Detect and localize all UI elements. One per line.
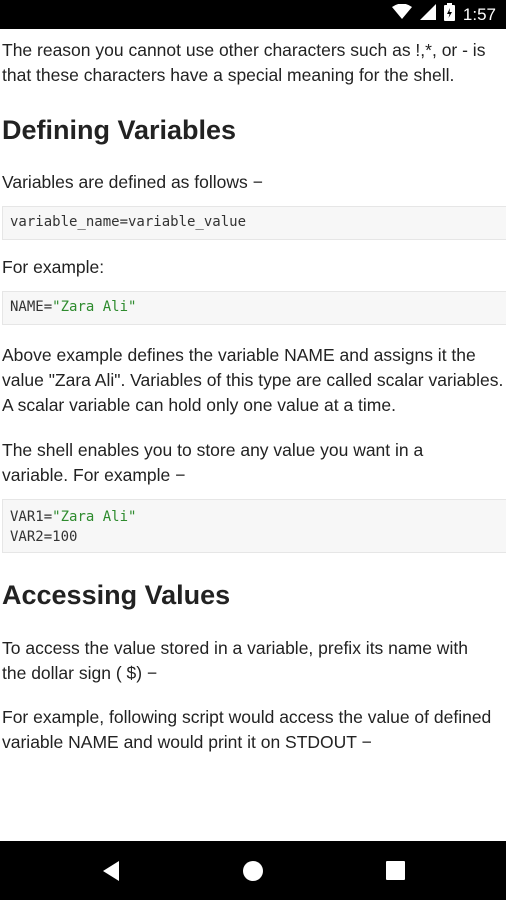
followup-paragraph: For example, following script would acce…	[2, 707, 492, 752]
code-variable: VAR1=	[10, 509, 53, 525]
shell-paragraph: The shell enables you to store any value…	[2, 440, 424, 485]
home-button[interactable]	[213, 841, 293, 900]
intro-paragraph: The reason you cannot use other characte…	[2, 40, 486, 85]
code-block-definition: variable_name=variable_value	[2, 206, 506, 240]
battery-icon	[443, 3, 455, 26]
status-time: 1:57	[462, 4, 496, 24]
code-block-name: NAME="Zara Ali"	[2, 291, 506, 325]
scalar-paragraph: Above example defines the variable NAME …	[2, 345, 504, 415]
code-text: variable_name=variable_value	[10, 214, 247, 230]
code-line-2: VAR2=100	[10, 529, 78, 545]
recents-button[interactable]	[355, 841, 435, 900]
code-block-vars: VAR1="Zara Ali" VAR2=100	[2, 499, 506, 553]
recents-icon	[385, 861, 405, 880]
code-line-1: VAR1="Zara Ali"	[10, 507, 500, 527]
wifi-icon	[391, 3, 412, 25]
access-paragraph: To access the value stored in a variable…	[2, 638, 468, 683]
code-variable: NAME=	[10, 299, 53, 315]
status-icons: 1:57	[391, 0, 496, 29]
status-bar: 1:57	[0, 0, 506, 29]
for-example-label: For example:	[2, 257, 105, 277]
article-content[interactable]: The reason you cannot use other characte…	[0, 29, 506, 841]
signal-icon	[419, 4, 436, 25]
back-button[interactable]	[71, 841, 151, 900]
navigation-bar	[0, 841, 506, 900]
back-icon	[103, 860, 119, 881]
section-heading-accessing-values: Accessing Values	[2, 580, 231, 610]
home-icon	[243, 860, 263, 881]
section-heading-defining-variables: Defining Variables	[2, 115, 237, 145]
code-string: "Zara Ali"	[52, 509, 137, 525]
defined-paragraph: Variables are defined as follows −	[2, 172, 263, 192]
code-string: "Zara Ali"	[52, 299, 137, 315]
